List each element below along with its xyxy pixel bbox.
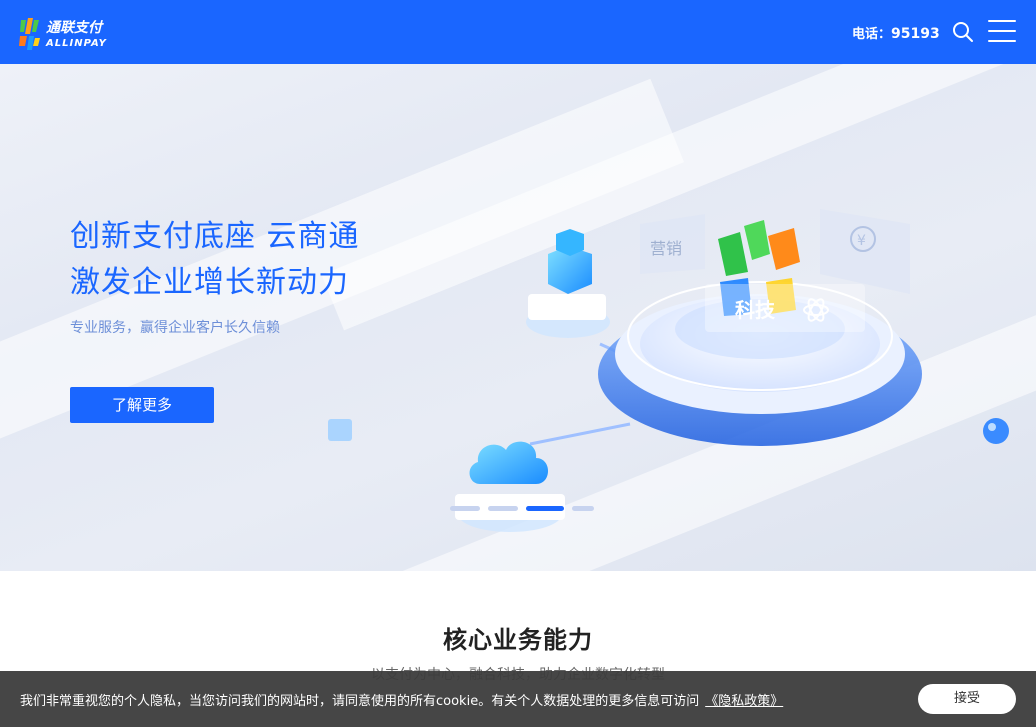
carousel-dot[interactable]: [572, 506, 594, 511]
carousel-dot[interactable]: [450, 506, 480, 511]
svg-text:¥: ¥: [857, 233, 866, 249]
svg-text:营销: 营销: [650, 239, 682, 258]
menu-icon[interactable]: [988, 20, 1016, 44]
svg-text:ALLINPAY: ALLINPAY: [45, 38, 108, 49]
site-header: 通联支付 ALLINPAY 电话：95193: [0, 0, 1036, 64]
accept-cookie-button[interactable]: 接受: [918, 684, 1016, 714]
learn-more-button[interactable]: 了解更多: [70, 387, 214, 423]
hero-subtitle: 专业服务，赢得企业客户长久信赖: [70, 320, 280, 336]
carousel-indicators: [450, 506, 594, 512]
svg-text:通联支付: 通联支付: [46, 19, 104, 36]
hotline-number: 95193: [891, 26, 940, 42]
hero-banner: 创新支付底座 云商通 激发企业增长新动力 专业服务，赢得企业客户长久信赖 了解更…: [0, 64, 1036, 571]
privacy-policy-link[interactable]: 《隐私政策》: [705, 694, 783, 709]
cookie-message: 我们非常重视您的个人隐私，当您访问我们的网站时，请同意使用的所有cookie。有…: [20, 694, 700, 709]
cookie-banner: 我们非常重视您的个人隐私，当您访问我们的网站时，请同意使用的所有cookie。有…: [0, 671, 1036, 727]
carousel-dot[interactable]: [488, 506, 518, 511]
section-title: 核心业务能力: [443, 626, 593, 654]
svg-text:科技: 科技: [735, 298, 776, 322]
allinpay-logo[interactable]: 通联支付 ALLINPAY: [18, 14, 142, 54]
hotline: 电话：95193: [852, 23, 940, 42]
search-icon[interactable]: [952, 21, 974, 43]
hero-illustration: 营销 ¥ 科技: [328, 209, 1009, 532]
hotline-label: 电话：: [852, 27, 892, 42]
carousel-dot-active[interactable]: [526, 506, 564, 511]
cookie-text: 我们非常重视您的个人隐私，当您访问我们的网站时，请同意使用的所有cookie。有…: [20, 690, 783, 709]
